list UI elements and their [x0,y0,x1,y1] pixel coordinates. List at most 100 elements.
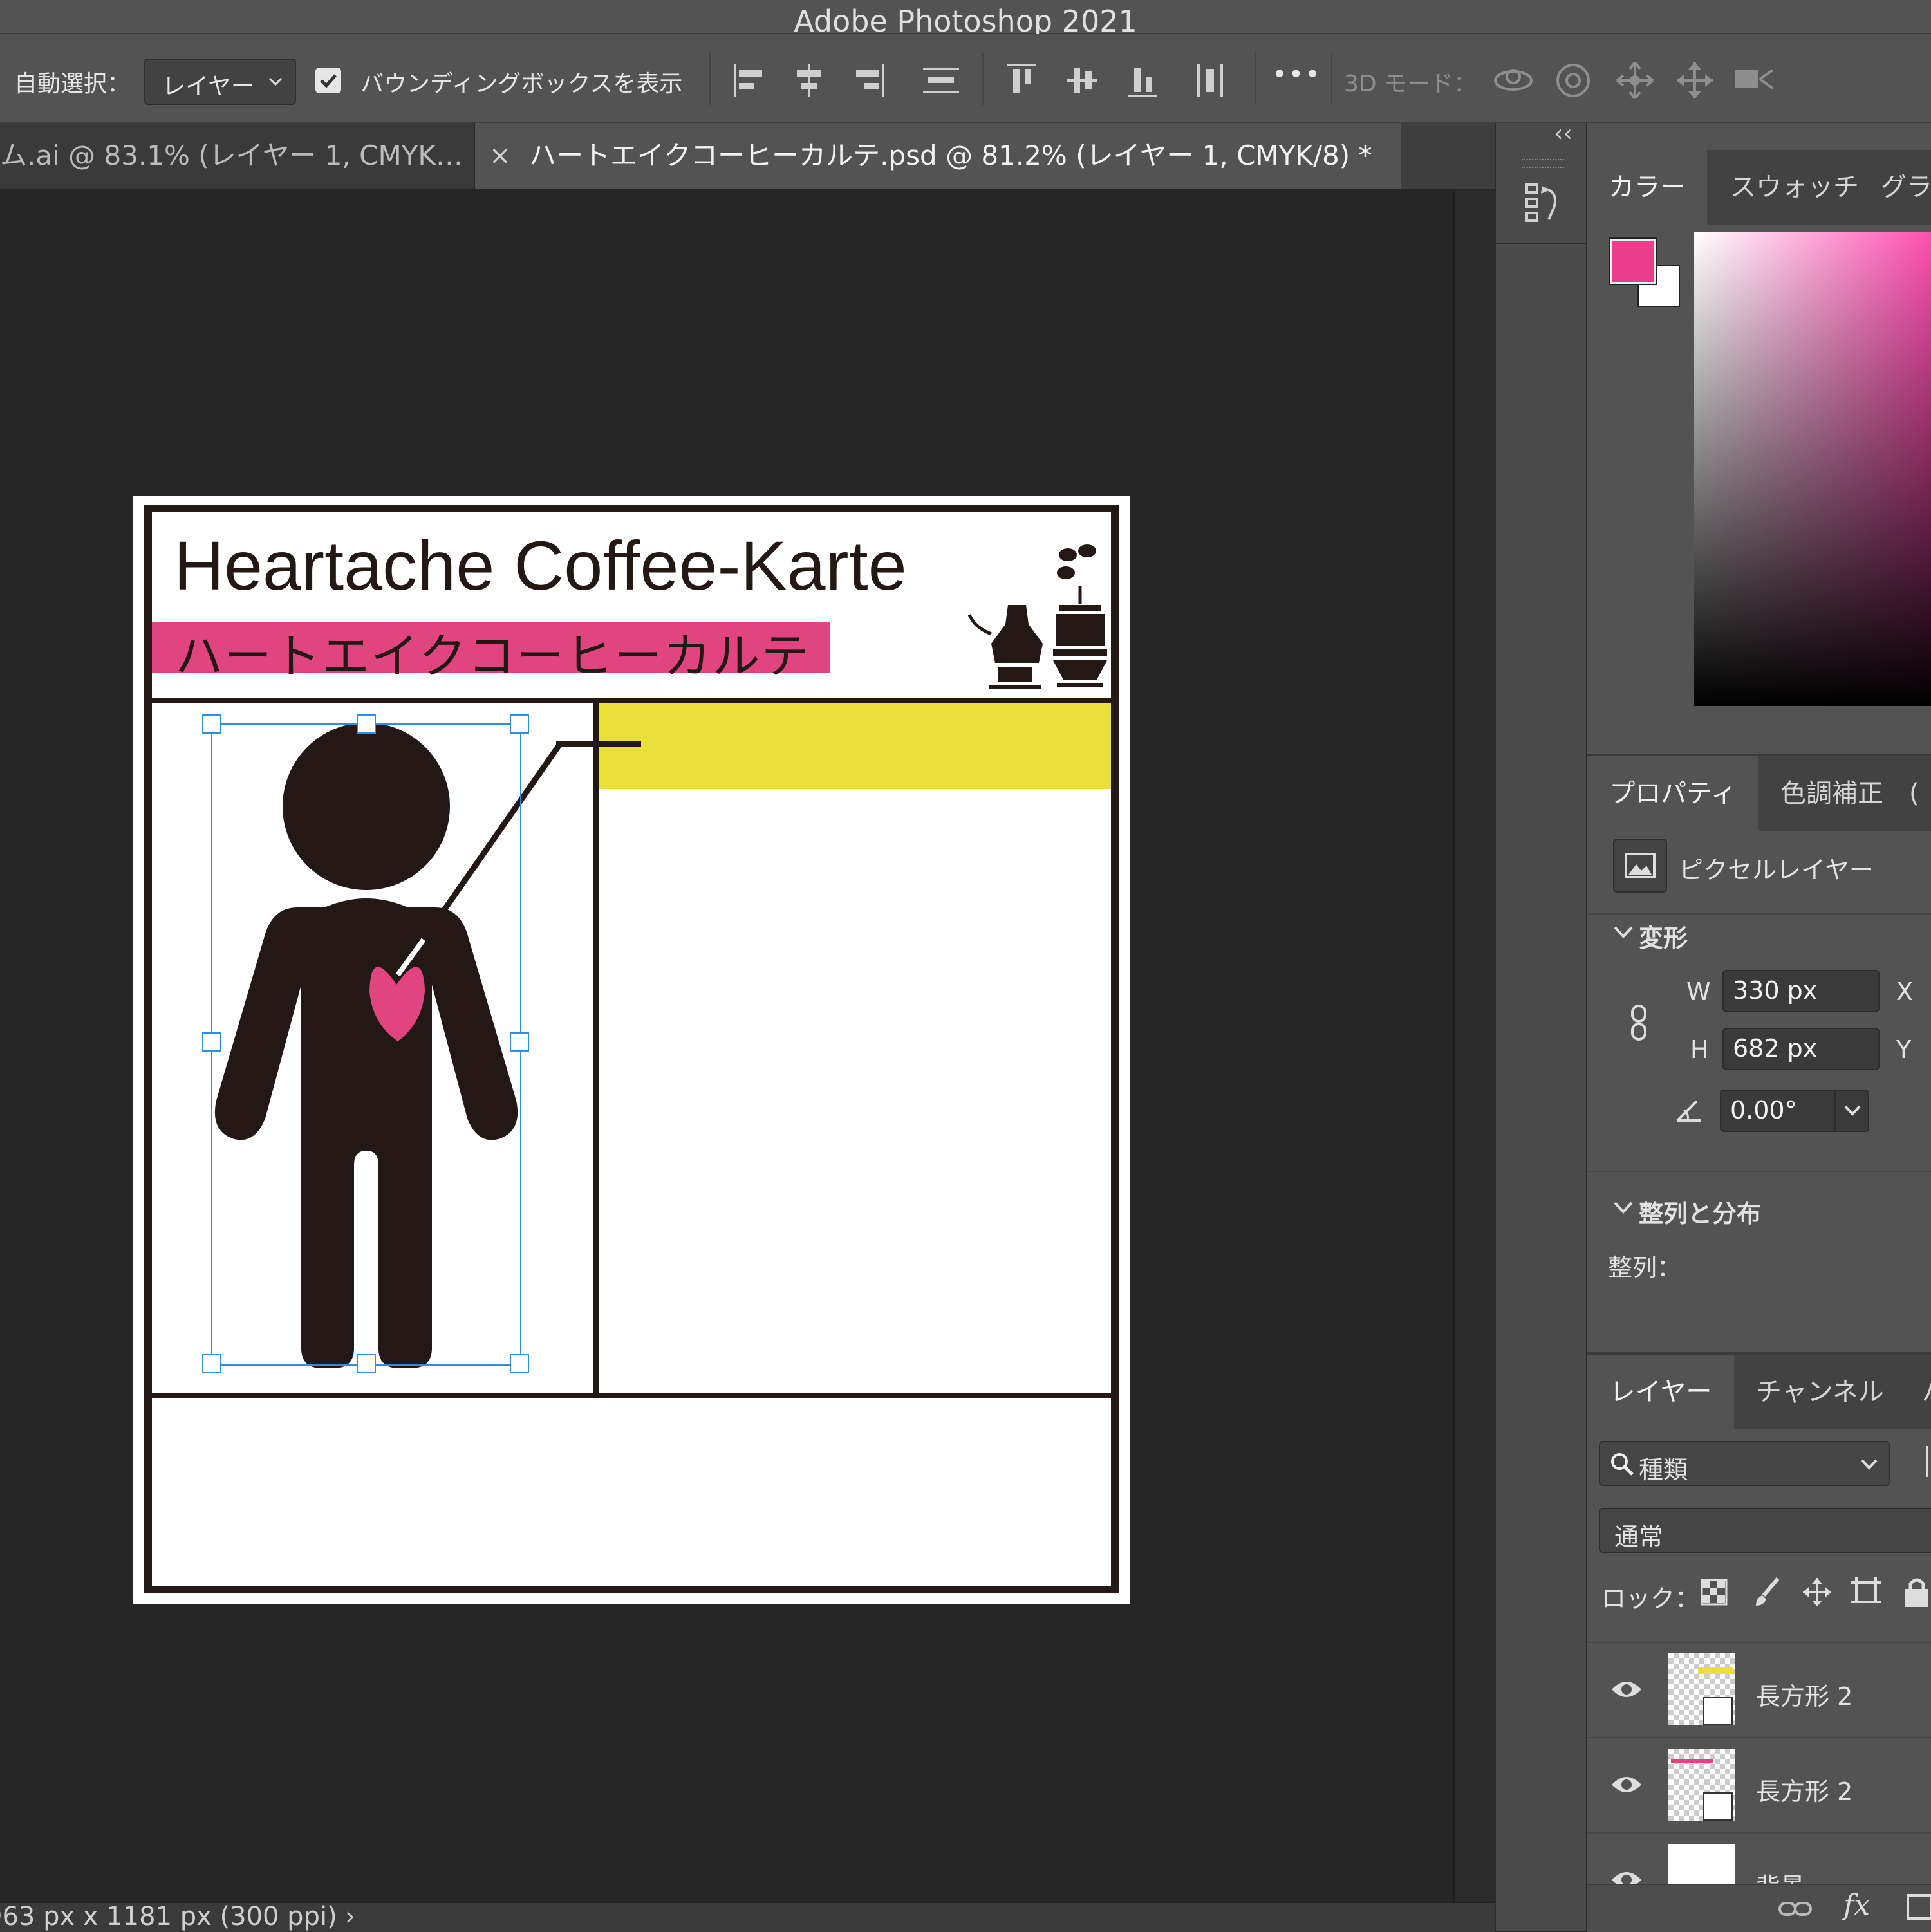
selection-bounding-box[interactable] [211,723,521,1366]
distribute-vertical-icon[interactable] [922,62,960,98]
eye-icon[interactable] [1609,1773,1644,1796]
tab-color[interactable]: カラー [1587,150,1707,225]
3d-slide-icon[interactable] [1674,60,1716,101]
align-left-edges-icon[interactable] [732,62,765,98]
height-label: H [1690,1036,1709,1064]
layer-name: 長方形 2 [1756,1778,1853,1806]
chevron-down-icon[interactable] [1613,1200,1634,1216]
layer-type-label: ピクセルレイヤー [1679,856,1874,884]
document-canvas[interactable]: Heartache Coffee-Karte ハートエイクコーヒーカルテ [133,496,1130,1604]
tab-gradient[interactable]: グラ [1881,150,1931,225]
width-label: W [1686,978,1711,1006]
tab-layers[interactable]: レイヤー [1587,1355,1734,1429]
history-icon[interactable] [1524,181,1563,223]
transform-handle-top[interactable] [357,714,376,734]
layer-row[interactable]: 長方形 2 [1587,1642,1931,1737]
document-tab-bar: ム.ai @ 83.1% (レイヤー 1, CMYK… × ハートエイクコーヒー… [0,123,1495,189]
close-tab-icon[interactable]: × [489,123,511,189]
thumb-yellow-mark [1698,1667,1733,1674]
align-right-edges-icon[interactable] [854,62,886,98]
transform-handle-bottom[interactable] [357,1354,376,1373]
transform-handle-bottom-right[interactable] [510,1354,529,1373]
align-section-title: 整列と分布 [1639,1200,1762,1228]
status-menu-arrow[interactable]: › [345,1902,355,1931]
3d-camera-icon[interactable] [1734,65,1779,93]
tab-channels[interactable]: チャンネル [1756,1355,1884,1429]
eye-icon[interactable] [1609,1868,1644,1885]
align-bottom-edges-icon[interactable] [1126,62,1159,98]
transform-handle-top-right[interactable] [510,714,529,734]
vertical-scrollbar[interactable] [1453,190,1495,1902]
lock-artboard-icon[interactable] [1850,1576,1882,1608]
tab-adjustments[interactable]: 色調補正 [1780,756,1883,831]
layer-thumbnail [1668,1749,1735,1821]
x-label: X [1896,978,1914,1006]
tab-label: プロパティ [1609,779,1737,808]
more-options-button[interactable]: ••• [1272,60,1321,89]
coffee-set-icon [967,544,1107,689]
tab-label: パ [1922,1377,1931,1407]
angle-icon [1676,1100,1701,1122]
chevron-down-icon [1861,1459,1878,1470]
layer-thumbnail [1668,1653,1735,1725]
transform-handle-top-left[interactable] [202,714,221,734]
layer-row[interactable]: 背景 [1587,1832,1931,1885]
tab-label: ハートエイクコーヒーカルテ.psd @ 81.2% (レイヤー 1, CMYK/… [529,140,1372,171]
document-dimensions: 963 px x 1181 px (300 ppi) [0,1902,337,1931]
layers-panel-tabs: レイヤー チャンネル パ [1587,1355,1931,1429]
show-bbox-checkbox[interactable] [315,68,341,93]
auto-select-dropdown[interactable]: レイヤー [144,59,296,105]
3d-pan-icon[interactable] [1614,60,1656,101]
3d-orbit-icon[interactable] [1492,62,1535,98]
tab-swatches[interactable]: スウォッチ [1730,150,1859,225]
options-bar: 自動選択： レイヤー バウンディングボックスを表示 ••• 3D モード： [0,34,1931,123]
auto-select-label: 自動選択： [14,71,131,97]
width-field[interactable]: 330 px [1722,970,1880,1012]
align-vertical-centers-icon[interactable] [1066,62,1098,98]
3d-roll-icon[interactable] [1554,62,1592,98]
lock-position-icon[interactable] [1801,1576,1833,1608]
transform-section-title: 変形 [1639,924,1688,952]
chevron-down-icon [268,77,283,86]
tab-paths[interactable]: パ [1922,1355,1931,1429]
tab-document-psd[interactable]: × ハートエイクコーヒーカルテ.psd @ 81.2% (レイヤー 1, CMY… [475,123,1401,189]
layers-footer: fx [1587,1884,1931,1932]
align-label: 整列： [1608,1254,1682,1282]
karte-heading: Heartache Coffee-Karte [174,526,907,604]
lock-transparent-pixels-icon[interactable] [1701,1579,1728,1606]
transform-handle-right[interactable] [510,1032,529,1052]
foreground-color-swatch[interactable] [1609,237,1657,285]
height-field[interactable]: 682 px [1722,1028,1880,1070]
layer-row[interactable]: 長方形 2 [1587,1737,1931,1832]
transform-handle-bottom-left[interactable] [202,1354,221,1373]
chevron-down-icon[interactable] [1613,925,1634,940]
angle-dropdown[interactable] [1834,1091,1869,1131]
transform-handle-left[interactable] [202,1032,221,1052]
lock-image-pixels-icon[interactable] [1752,1576,1782,1608]
layer-fx-button[interactable]: fx [1843,1889,1870,1922]
title-bar: Adobe Photoshop 2021 [0,0,1931,39]
tab-document-ai[interactable]: ム.ai @ 83.1% (レイヤー 1, CMYK… [0,123,475,189]
link-layers-icon[interactable] [1778,1899,1813,1918]
add-mask-icon[interactable] [1907,1894,1931,1920]
tab-label: チャンネル [1756,1377,1884,1407]
layer-filter-dropdown[interactable]: 種類 [1599,1441,1890,1486]
layer-thumbnail [1668,1844,1735,1885]
tab-properties[interactable]: プロパティ [1587,756,1758,831]
color-picker-field[interactable] [1694,232,1931,706]
align-top-edges-icon[interactable] [1005,62,1038,98]
link-proportions-icon[interactable] [1627,1003,1650,1042]
filter-toggle[interactable] [1926,1446,1928,1477]
tab-label: ( [1909,779,1919,808]
align-horizontal-centers-icon[interactable] [793,62,825,98]
eye-icon[interactable] [1609,1678,1644,1701]
lock-all-icon[interactable] [1903,1575,1931,1608]
tab-more[interactable]: ( [1909,756,1919,831]
karte-subheading: ハートエイクコーヒーカルテ [175,629,810,684]
grip-handle[interactable] [1522,159,1564,168]
properties-panel-tabs: プロパティ 色調補正 ( [1587,756,1931,831]
blend-mode-dropdown[interactable]: 通常 [1599,1508,1931,1553]
collapse-panels-icon[interactable]: ‹‹ [1554,120,1572,147]
layer-name: 背景 [1756,1867,1805,1885]
distribute-horizontal-icon[interactable] [1195,62,1227,98]
